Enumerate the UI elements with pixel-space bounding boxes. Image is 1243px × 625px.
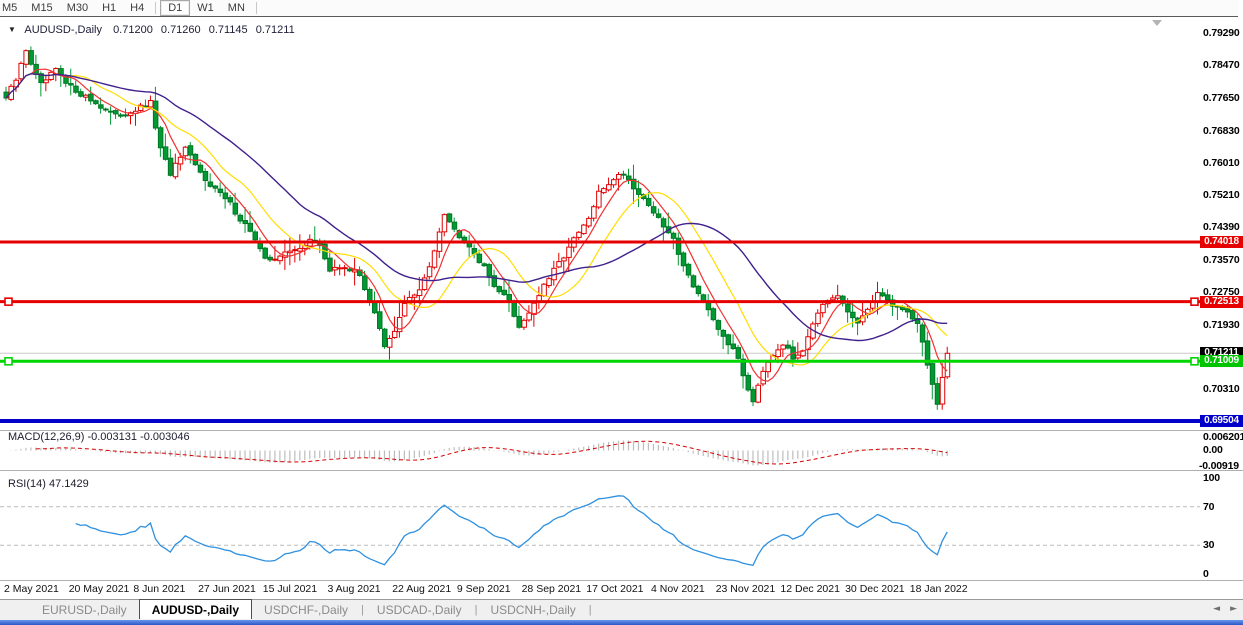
timeframe-m30-button[interactable]: M30 bbox=[60, 1, 95, 15]
horizontal-lines-layer[interactable] bbox=[0, 242, 1200, 421]
price-axis-label: 0.79290 bbox=[1203, 27, 1243, 39]
date-axis-label: 27 Jun 2021 bbox=[198, 583, 256, 595]
tab-separator: | bbox=[475, 604, 478, 616]
timeframe-toolbar: M5M15M30H1H4 D1W1MN bbox=[0, 0, 1238, 17]
date-axis-label: 22 Aug 2021 bbox=[392, 583, 451, 595]
rsi-line bbox=[76, 496, 948, 566]
chart-canvas[interactable] bbox=[0, 0, 1243, 625]
price-axis-label: 0.74390 bbox=[1203, 221, 1243, 233]
rsi-axis-label: 70 bbox=[1203, 501, 1243, 513]
tab-separator: | bbox=[361, 604, 364, 616]
ohlc-open: 0.71200 bbox=[113, 24, 153, 36]
tab-usdchf[interactable]: USDCHF-,Daily bbox=[252, 601, 360, 619]
toolbar-separator bbox=[256, 2, 257, 14]
date-axis-label: 23 Nov 2021 bbox=[716, 583, 776, 595]
scroll-left-icon[interactable]: ◄ bbox=[1213, 604, 1220, 614]
date-axis-label: 3 Aug 2021 bbox=[328, 583, 381, 595]
window-bottom-edge bbox=[0, 620, 1243, 625]
date-axis-label: 20 May 2021 bbox=[69, 583, 130, 595]
chart-title-row: ▼ AUDUSD-,Daily 0.71200 0.71260 0.71145 … bbox=[8, 24, 300, 36]
rsi-axis-label: 30 bbox=[1203, 539, 1243, 551]
chart-tabs-bar: EURUSD-,DailyAUDUSD-,DailyUSDCHF-,Daily|… bbox=[0, 599, 1243, 620]
ohlc-low: 0.71145 bbox=[209, 24, 248, 36]
macd-signal-line bbox=[36, 441, 947, 464]
date-axis-label: 30 Dec 2021 bbox=[845, 583, 905, 595]
date-axis-label: 4 Nov 2021 bbox=[651, 583, 705, 595]
date-axis-label: 28 Sep 2021 bbox=[522, 583, 582, 595]
candles-layer bbox=[4, 46, 950, 409]
tab-usdcad[interactable]: USDCAD-,Daily bbox=[365, 601, 474, 619]
date-axis-label: 9 Sep 2021 bbox=[457, 583, 511, 595]
price-badge-0.69504[interactable]: 0.69504 bbox=[1200, 415, 1243, 427]
timeframe-d1-button[interactable]: D1 bbox=[160, 0, 190, 16]
moving-average-6 bbox=[6, 69, 947, 381]
price-axis-label: 0.77650 bbox=[1203, 92, 1243, 104]
rsi-axis-label: 0 bbox=[1203, 568, 1243, 580]
date-axis-label: 18 Jan 2022 bbox=[910, 583, 968, 595]
timeframe-m15-button[interactable]: M15 bbox=[24, 1, 59, 15]
price-badge-0.71009[interactable]: 0.71009 bbox=[1200, 355, 1243, 367]
toolbar-separator bbox=[155, 2, 156, 14]
moving-average-14 bbox=[6, 74, 947, 365]
price-axis-label: 0.76830 bbox=[1203, 125, 1243, 137]
symbol-dropdown-icon[interactable]: ▼ bbox=[8, 25, 16, 34]
price-badge-0.74018[interactable]: 0.74018 bbox=[1200, 236, 1243, 248]
date-axis-label: 12 Dec 2021 bbox=[780, 583, 840, 595]
tab-separator: | bbox=[589, 604, 592, 616]
date-axis-label: 17 Oct 2021 bbox=[586, 583, 643, 595]
price-axis-label: 0.71930 bbox=[1203, 319, 1243, 331]
timeframe-h1-button[interactable]: H1 bbox=[95, 1, 123, 15]
ohlc-close: 0.71211 bbox=[256, 24, 295, 36]
price-axis-label: 0.73570 bbox=[1203, 254, 1243, 266]
ohlc-high: 0.71260 bbox=[161, 24, 201, 36]
price-axis-label: 0.75210 bbox=[1203, 189, 1243, 201]
timeframe-m5-button[interactable]: M5 bbox=[0, 1, 24, 15]
scroll-right-icon[interactable]: ► bbox=[1230, 604, 1237, 614]
macd-axis-label: -0.0091917 bbox=[1199, 460, 1239, 472]
timeframe-h4-button[interactable]: H4 bbox=[123, 1, 151, 15]
chart-symbol-title: AUDUSD-,Daily bbox=[24, 24, 102, 36]
price-axis-label: 0.76010 bbox=[1203, 157, 1243, 169]
price-axis-label: 0.78470 bbox=[1203, 59, 1243, 71]
date-axis-label: 2 May 2021 bbox=[4, 583, 59, 595]
date-axis-label: 8 Jun 2021 bbox=[133, 583, 185, 595]
mt4-window: M5M15M30H1H4 D1W1MN ▼ AUDUSD-,Daily 0.712… bbox=[0, 0, 1243, 625]
macd-histogram bbox=[6, 440, 947, 465]
price-badge-0.72513[interactable]: 0.72513 bbox=[1200, 296, 1243, 308]
macd-indicator-label: MACD(12,26,9) -0.003131 -0.003046 bbox=[8, 431, 190, 443]
macd-axis-label: 0.00 bbox=[1203, 444, 1243, 456]
rsi-indicator-label: RSI(14) 47.1429 bbox=[8, 478, 89, 490]
tab-eurusd[interactable]: EURUSD-,Daily bbox=[30, 601, 139, 619]
date-axis-label: 15 Jul 2021 bbox=[263, 583, 317, 595]
tab-scroll-arrows: ◄► bbox=[1213, 604, 1237, 614]
tab-audusd[interactable]: AUDUSD-,Daily bbox=[139, 599, 252, 619]
rsi-axis-label: 100 bbox=[1203, 472, 1243, 484]
chart-shift-marker[interactable] bbox=[1152, 20, 1162, 26]
price-axis-label: 0.70310 bbox=[1203, 383, 1243, 395]
macd-axis-label: 0.0062010 bbox=[1203, 431, 1243, 443]
timeframe-mn-button[interactable]: MN bbox=[221, 1, 252, 15]
tab-usdcnh[interactable]: USDCNH-,Daily bbox=[478, 601, 587, 619]
timeframe-w1-button[interactable]: W1 bbox=[190, 1, 221, 15]
